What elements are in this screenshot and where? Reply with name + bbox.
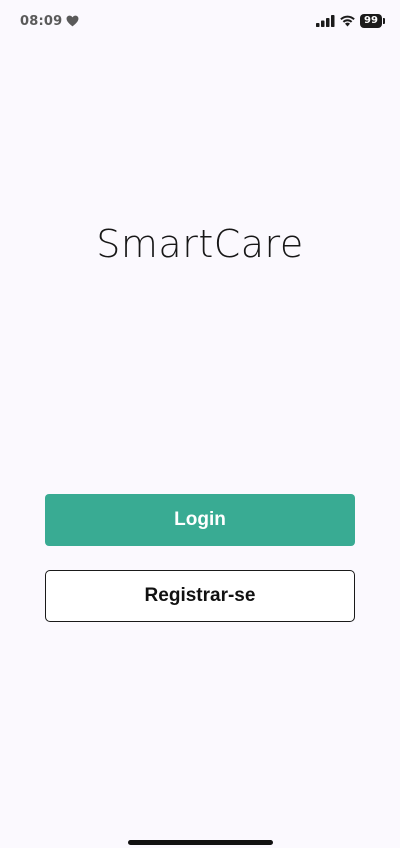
login-button[interactable]: Login xyxy=(45,494,355,546)
battery-icon: 99 xyxy=(360,14,386,28)
cellular-signal-icon xyxy=(316,15,335,27)
battery-tip xyxy=(383,18,385,24)
app-logo: SmartCare xyxy=(96,222,304,266)
register-button[interactable]: Registrar-se xyxy=(45,570,355,622)
status-time: 08:09 xyxy=(20,14,63,29)
status-bar: 08:09 99 xyxy=(0,0,400,44)
battery-level: 99 xyxy=(364,15,378,26)
heart-icon xyxy=(66,15,79,27)
home-indicator xyxy=(128,840,273,845)
wifi-icon xyxy=(340,15,355,27)
